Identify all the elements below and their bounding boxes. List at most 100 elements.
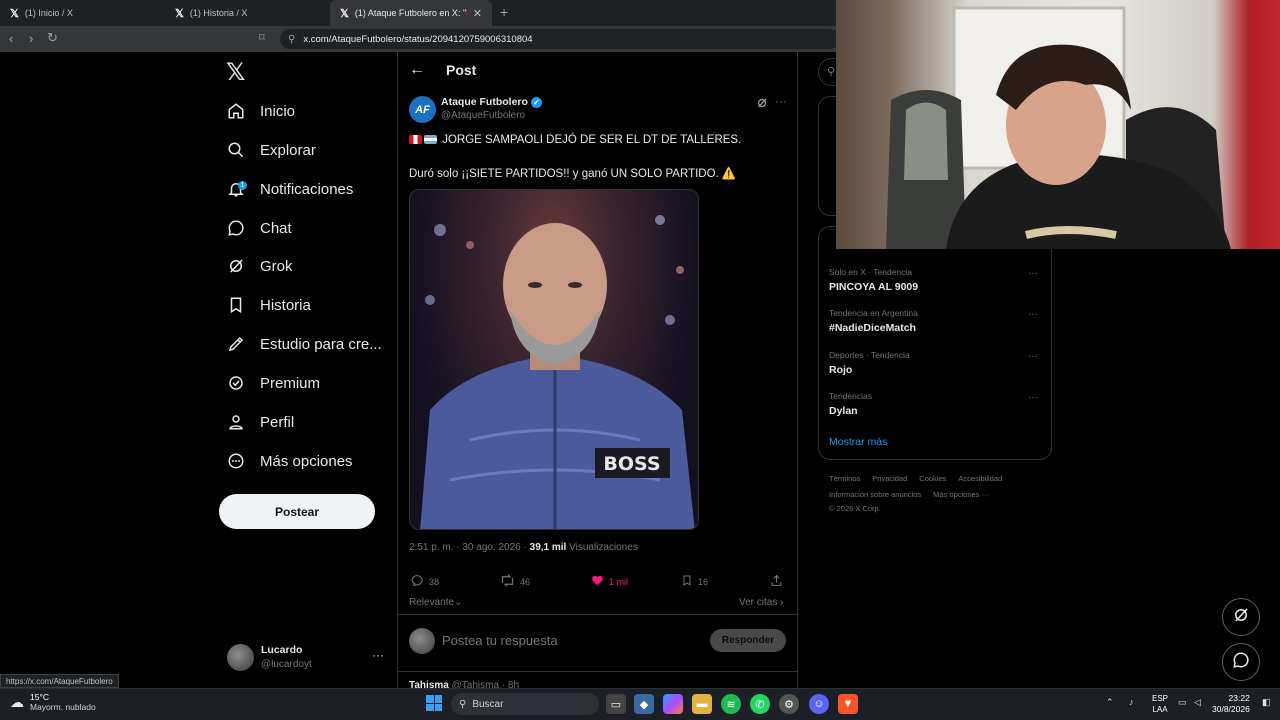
author-avatar[interactable]: AF	[409, 96, 436, 123]
nav-item-premium[interactable]: Premium	[226, 368, 320, 398]
footer-link[interactable]: Términos	[829, 474, 860, 483]
discord-icon[interactable]: ☺	[809, 694, 829, 714]
notifications-icon[interactable]: ◧	[1262, 697, 1271, 708]
reply-input[interactable]: Postea tu respuesta	[442, 633, 558, 648]
more-icon[interactable]: ···	[372, 648, 384, 662]
footer-link[interactable]: Privacidad	[872, 474, 907, 483]
post-button[interactable]: Postear	[219, 494, 375, 529]
browser-tab-active[interactable]: 𝕏 (1) Ataque Futbolero en X: "🇵🇪🇦 ✕	[330, 0, 492, 26]
weather-condition: Mayorm. nublado	[30, 702, 96, 712]
bookmark-page-icon[interactable]: ⌑	[259, 31, 265, 44]
brave-browser-icon[interactable]: ▼	[838, 694, 858, 714]
nav-item-grok[interactable]: Grok	[226, 251, 293, 281]
trend-more-icon[interactable]: ···	[1028, 268, 1038, 279]
app-icon[interactable]: ◆	[634, 694, 654, 714]
language-indicator[interactable]: ESP LAA	[1152, 693, 1168, 715]
nav-item-estudio[interactable]: Estudio para cre...	[226, 329, 382, 359]
browser-tab[interactable]: 𝕏 (1) Inicio / X	[0, 0, 165, 26]
trend-item[interactable]: Solo en X · Tendencia PINCOYA AL 9009	[829, 267, 918, 293]
search-label: Buscar	[472, 698, 504, 710]
trend-context: Deportes · Tendencia	[829, 350, 910, 360]
trend-more-icon[interactable]: ···	[1028, 351, 1038, 362]
x-home-logo[interactable]: 𝕏	[226, 58, 245, 86]
spotify-icon[interactable]: ≋	[721, 694, 741, 714]
nav-item-notificaciones[interactable]: 1 Notificaciones	[226, 174, 353, 204]
file-explorer-icon[interactable]: ▬	[692, 694, 712, 714]
comment-icon	[411, 574, 424, 590]
nav-label: Estudio para cre...	[260, 335, 382, 353]
trend-item[interactable]: Deportes · Tendencia Rojo	[829, 350, 910, 376]
volume-icon[interactable]: ◁	[1194, 697, 1201, 708]
post-photo[interactable]: BOSS	[409, 189, 699, 530]
reload-icon[interactable]: ↻	[47, 30, 58, 46]
date: 30/8/2026	[1212, 704, 1250, 714]
like-action[interactable]: 1 mil	[591, 574, 628, 590]
notification-badge: 1	[238, 181, 247, 190]
account-switcher[interactable]: Lucardo @lucardoyt ···	[227, 642, 387, 674]
bookmark-action[interactable]: 16	[681, 574, 708, 590]
footer-link[interactable]: Más opciones ···	[933, 490, 989, 499]
nav-item-inicio[interactable]: Inicio	[226, 96, 295, 126]
messages-fab[interactable]	[1222, 643, 1260, 681]
copyright: © 2026 X Corp.	[829, 504, 881, 513]
footer-link[interactable]: Accesibilidad	[958, 474, 1002, 483]
weather-widget[interactable]: ☁ 15°C Mayorm. nublado	[10, 692, 96, 712]
avatar	[409, 628, 435, 654]
nav-item-perfil[interactable]: Perfil	[226, 407, 294, 437]
trend-item[interactable]: Tendencia en Argentina #NadieDiceMatch	[829, 308, 918, 334]
copilot-icon[interactable]	[663, 694, 683, 714]
nav-item-explorar[interactable]: Explorar	[226, 135, 316, 165]
time: 23:22	[1228, 693, 1250, 703]
footer-link[interactable]: Información sobre anuncios	[829, 490, 921, 499]
whatsapp-icon[interactable]: ✆	[750, 694, 770, 714]
site-info-icon[interactable]: ⚲	[288, 34, 295, 45]
close-tab-icon[interactable]: ✕	[473, 7, 482, 20]
view-quotes-link[interactable]: Ver citas ›	[739, 597, 783, 608]
account-handle: @lucardoyt	[261, 659, 312, 670]
repost-action[interactable]: 46	[500, 574, 530, 590]
sort-replies-dropdown[interactable]: Relevante⌄	[409, 597, 462, 608]
network-icon[interactable]: ▭	[1178, 697, 1187, 708]
nav-item-chat[interactable]: Chat	[226, 213, 292, 243]
back-icon[interactable]: ‹	[9, 31, 13, 46]
start-button[interactable]	[426, 695, 442, 711]
nav-item-historia[interactable]: Historia	[226, 290, 311, 320]
chevron-up-icon[interactable]: ⌃	[1106, 697, 1114, 708]
windows-logo-pane	[426, 695, 434, 703]
app-icon[interactable]: ⚙	[779, 694, 799, 714]
taskbar-search[interactable]: ⚲ Buscar	[451, 693, 599, 715]
show-more-trends-link[interactable]: Mostrar más	[829, 436, 887, 448]
grok-icon[interactable]	[756, 97, 768, 112]
trend-item[interactable]: Tendencias Dylan	[829, 391, 872, 417]
browser-tab[interactable]: 𝕏 (1) Historia / X	[165, 0, 330, 26]
footer-links: Términos Privacidad Cookies Accesibilida…	[829, 474, 1002, 483]
new-tab-button[interactable]: +	[500, 4, 508, 20]
address-bar[interactable]: ⚲ x.com/AtaqueFutbolero/status/209412075…	[280, 29, 840, 49]
task-view-icon[interactable]: ▭	[606, 694, 626, 714]
share-action[interactable]	[770, 574, 783, 590]
trend-more-icon[interactable]: ···	[1028, 392, 1038, 403]
post-timestamp[interactable]: 2:51 p. m. · 30 ago. 2026 ·	[409, 542, 530, 553]
windows-logo-pane	[434, 703, 442, 711]
grok-fab[interactable]	[1222, 598, 1260, 636]
trend-more-icon[interactable]: ···	[1028, 309, 1038, 320]
clock[interactable]: 23:22 30/8/2026	[1212, 693, 1250, 715]
x-logo-icon: 𝕏	[175, 7, 184, 20]
forward-icon[interactable]: ›	[29, 31, 33, 46]
trend-name: Dylan	[829, 405, 858, 417]
trend-name: Rojo	[829, 364, 853, 376]
author-name-row[interactable]: Ataque Futbolero ✓	[441, 96, 542, 108]
account-name: Lucardo	[261, 644, 303, 656]
nav-item-mas-opciones[interactable]: Más opciones	[226, 446, 353, 476]
reply-action[interactable]: 38	[411, 574, 439, 590]
back-arrow-icon[interactable]: ←	[409, 61, 425, 79]
chevron-right-icon: ›	[780, 597, 784, 608]
views-label: Visualizaciones	[566, 542, 638, 553]
microphone-icon[interactable]: ♪	[1129, 697, 1134, 707]
footer-link[interactable]: Cookies	[919, 474, 946, 483]
trend-context: Solo en X · Tendencia	[829, 267, 913, 277]
post-more-icon[interactable]: ···	[775, 94, 787, 108]
reply-button[interactable]: Responder	[710, 629, 786, 652]
author-handle[interactable]: @AtaqueFutbolero	[441, 110, 525, 121]
footer-links: Información sobre anuncios Más opciones …	[829, 490, 989, 499]
